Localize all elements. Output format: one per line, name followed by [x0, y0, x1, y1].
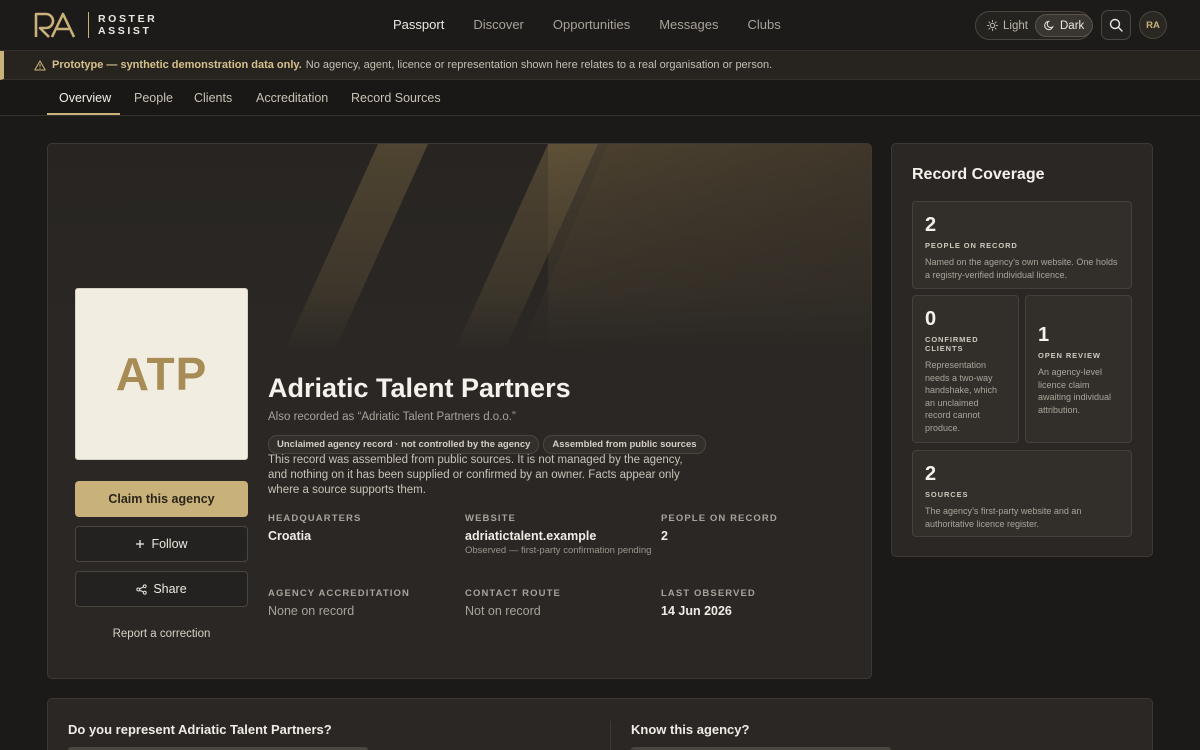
logo-separator [88, 12, 89, 38]
agency-initials: ATP [115, 348, 208, 400]
moon-icon [1044, 20, 1054, 31]
nav-passport[interactable]: Passport [393, 17, 444, 32]
share-button[interactable]: Share [75, 571, 248, 607]
nav-opportunities[interactable]: Opportunities [553, 17, 630, 32]
website-link[interactable]: adriatictalent.example [465, 529, 655, 543]
tab-record-sources[interactable]: Record Sources [351, 91, 441, 105]
roster-assist-logo[interactable]: ROSTER ASSIST [34, 11, 157, 39]
stat-open-review: 1 OPEN REVIEW An agency-level licence cl… [1025, 295, 1132, 443]
agency-description: This record was assembled from public so… [268, 454, 683, 496]
main-nav: Passport Discover Opportunities Messages… [393, 17, 810, 32]
banner-text: No agency, agent, licence or representat… [305, 59, 773, 71]
claim-agency-button[interactable]: Claim this agency [75, 481, 248, 517]
nav-discover[interactable]: Discover [473, 17, 524, 32]
agency-profile-card: ATP Claim this agency Follow Share Repor… [47, 143, 872, 679]
section-divider [610, 721, 611, 750]
fact-people-on-record: PEOPLE ON RECORD 2 [661, 513, 778, 543]
warning-icon [34, 59, 46, 71]
active-tab-indicator [47, 113, 120, 115]
tab-people[interactable]: People [134, 91, 173, 105]
record-coverage-card: Record Coverage 2 PEOPLE ON RECORD Named… [891, 143, 1153, 557]
nav-messages[interactable]: Messages [659, 17, 718, 32]
tab-clients[interactable]: Clients [194, 91, 232, 105]
stat-sources: 2 SOURCES The agency’s first-party websi… [912, 450, 1132, 537]
prototype-banner: Prototype — synthetic demonstration data… [0, 51, 1200, 80]
banner-bold-text: Prototype — synthetic demonstration data… [52, 59, 302, 71]
fact-contact-route: CONTACT ROUTE Not on record [465, 588, 561, 618]
fact-website: WEBSITE adriatictalent.example Observed … [465, 513, 655, 556]
share-icon [136, 583, 147, 595]
user-avatar[interactable]: RA [1139, 11, 1167, 39]
search-icon [1109, 18, 1123, 32]
public-sources-badge: Assembled from public sources [543, 435, 706, 454]
report-correction-link[interactable]: Report a correction [75, 628, 248, 640]
stat-people-on-record: 2 PEOPLE ON RECORD Named on the agency’s… [912, 201, 1132, 289]
agency-badges: Unclaimed agency record · not controlled… [268, 435, 706, 454]
fact-accreditation: AGENCY ACCREDITATION None on record [268, 588, 410, 618]
nav-clubs[interactable]: Clubs [747, 17, 780, 32]
fact-headquarters: HEADQUARTERS Croatia [268, 513, 362, 543]
stat-confirmed-clients: 0 CONFIRMED CLIENTS Representation needs… [912, 295, 1019, 443]
represent-agency-question: Do you represent Adriatic Talent Partner… [68, 722, 332, 737]
sun-icon [987, 20, 998, 31]
ra-logo-icon [34, 12, 76, 38]
theme-light-option[interactable]: Light [979, 14, 1036, 37]
claim-or-contribute-section: Do you represent Adriatic Talent Partner… [47, 698, 1153, 750]
coverage-title: Record Coverage [912, 166, 1045, 183]
agency-alias: Also recorded as “Adriatic Talent Partne… [268, 411, 516, 423]
agency-tabs: Overview People Clients Accreditation Re… [0, 80, 1200, 116]
search-button[interactable] [1101, 10, 1131, 40]
agency-name: Adriatic Talent Partners [268, 373, 571, 403]
brand-name: ROSTER ASSIST [98, 13, 158, 37]
know-agency-question: Know this agency? [631, 722, 750, 737]
fact-last-observed: LAST OBSERVED 14 Jun 2026 [661, 588, 756, 618]
tab-overview[interactable]: Overview [59, 91, 111, 105]
agency-logo-tile: ATP [75, 288, 248, 460]
theme-dark-option[interactable]: Dark [1035, 14, 1094, 37]
follow-button[interactable]: Follow [75, 526, 248, 562]
plus-icon [136, 540, 145, 548]
unclaimed-badge: Unclaimed agency record · not controlled… [268, 435, 540, 454]
theme-toggle: Light Dark [975, 11, 1094, 40]
tab-accreditation[interactable]: Accreditation [256, 91, 328, 105]
top-navigation-bar: ROSTER ASSIST Passport Discover Opportun… [0, 0, 1200, 51]
